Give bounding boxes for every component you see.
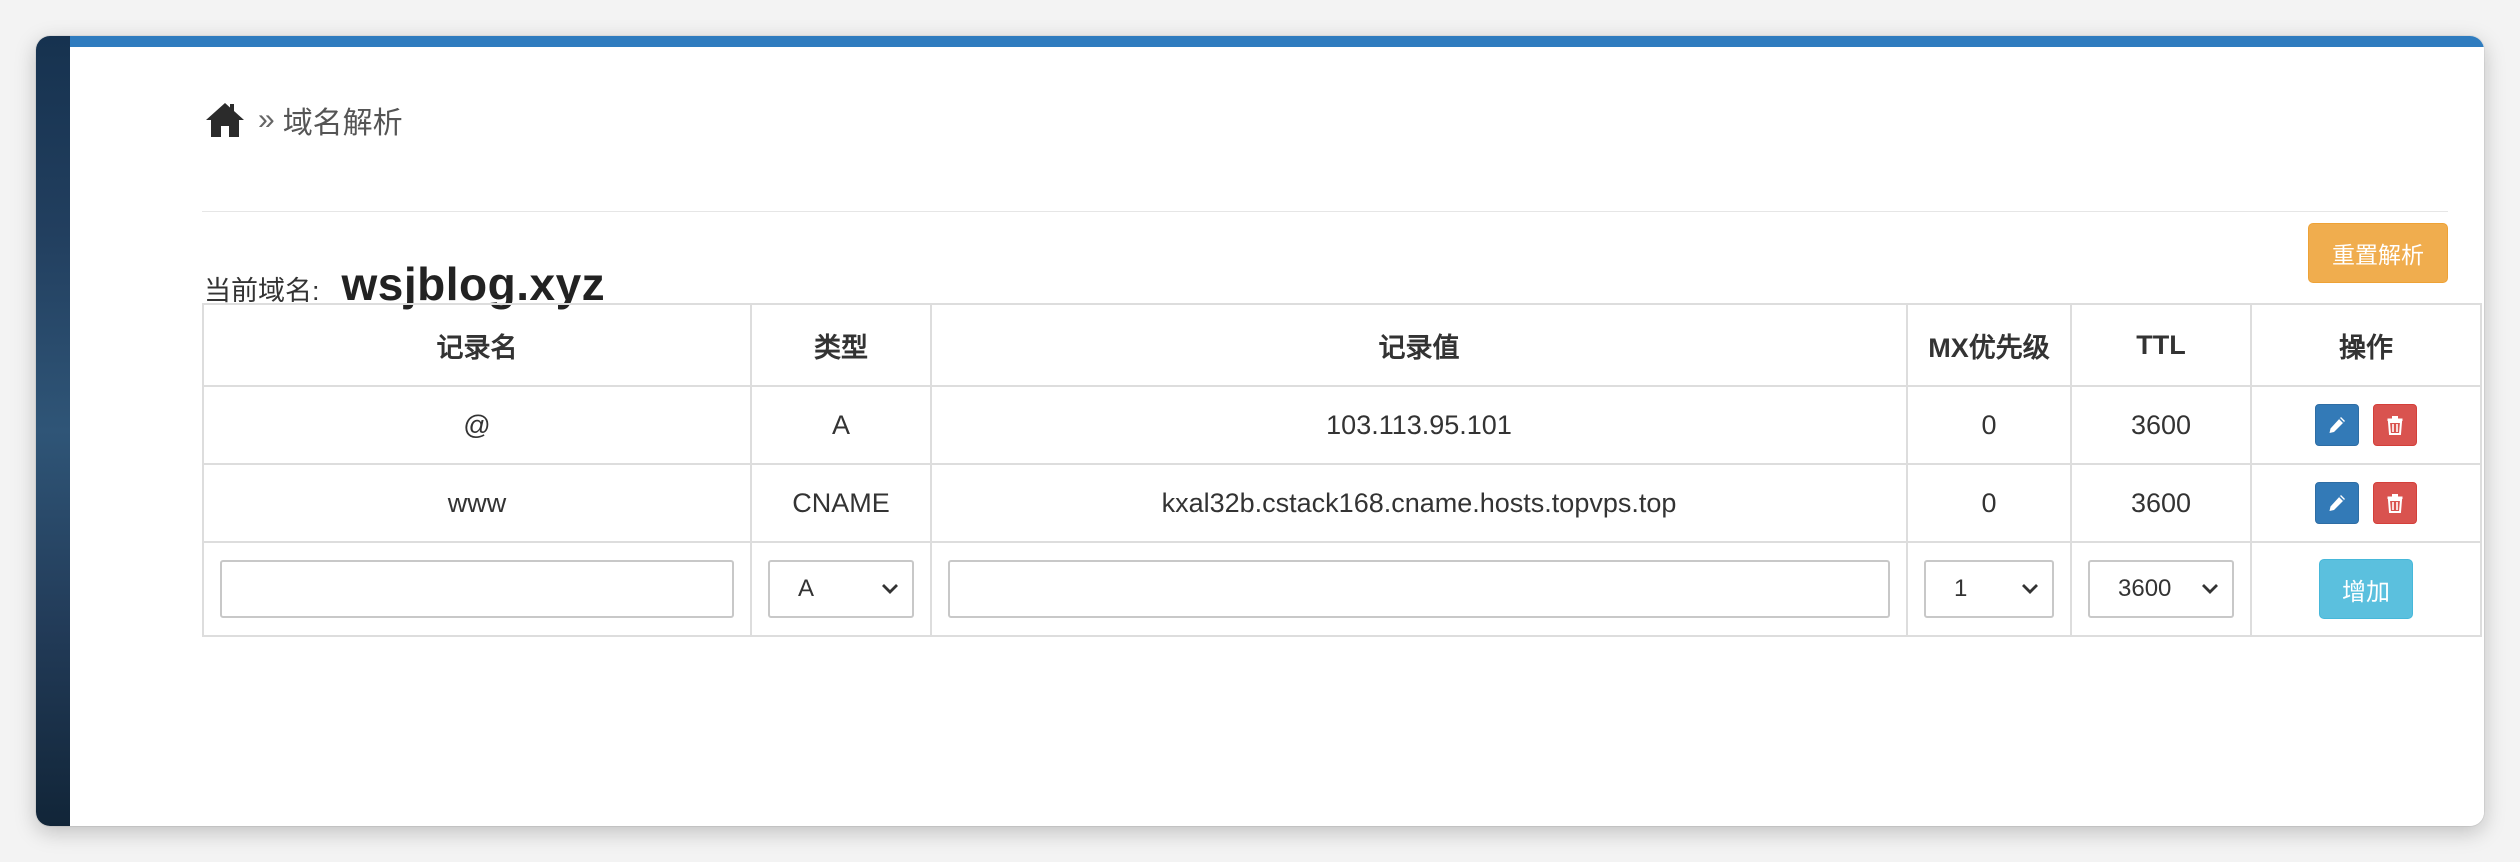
header-type: 类型 — [750, 303, 932, 387]
header-ttl: TTL — [2070, 303, 2252, 387]
breadcrumb: » 域名解析 — [204, 95, 403, 145]
cell-type: CNAME — [750, 463, 932, 543]
table-row: www CNAME kxal32b.cstack168.cname.hosts.… — [202, 463, 2482, 543]
cell-ttl: 3600 — [2070, 463, 2252, 543]
cell-new-action: 增加 — [2250, 541, 2482, 637]
edit-record-button[interactable] — [2315, 482, 2360, 524]
breadcrumb-separator: » — [258, 103, 275, 136]
add-record-row: A 1 3600 增加 — [202, 541, 2482, 637]
cell-actions — [2250, 463, 2482, 543]
cell-mx-priority: 0 — [1906, 463, 2072, 543]
new-record-value-input[interactable] — [948, 560, 1890, 618]
header-divider — [202, 211, 2448, 212]
pencil-icon — [2329, 417, 2346, 433]
cell-record-name: www — [202, 463, 752, 543]
table-header-row: 记录名 类型 记录值 MX优先级 TTL 操作 — [202, 303, 2482, 387]
home-icon[interactable] — [204, 100, 246, 140]
header-actions: 操作 — [2250, 303, 2482, 387]
chevron-down-icon — [2202, 584, 2218, 594]
new-record-name-input[interactable] — [220, 560, 734, 618]
delete-record-button[interactable] — [2372, 404, 2417, 446]
new-record-type-select[interactable]: A — [768, 560, 914, 618]
ttl-select-value: 3600 — [2118, 575, 2172, 602]
edit-record-button[interactable] — [2315, 404, 2360, 446]
cell-type: A — [750, 385, 932, 465]
header-record-name: 记录名 — [202, 303, 752, 387]
cell-new-ttl: 3600 — [2070, 541, 2252, 637]
browser-window: » 域名解析 当前域名: wsjblog.xyz 重置解析 记录名 类型 记录值… — [36, 36, 2484, 826]
dns-records-table: 记录名 类型 记录值 MX优先级 TTL 操作 @ A 103.113.95.1… — [202, 303, 2482, 637]
cell-ttl: 3600 — [2070, 385, 2252, 465]
cell-actions — [2250, 385, 2482, 465]
breadcrumb-current: 域名解析 — [282, 107, 403, 140]
chevron-down-icon — [2022, 584, 2038, 594]
header-record-value: 记录值 — [930, 303, 1908, 387]
top-accent-bar — [70, 36, 2484, 47]
table-row: @ A 103.113.95.101 0 3600 — [202, 385, 2482, 465]
cell-new-mx: 1 — [1906, 541, 2072, 637]
add-record-button[interactable]: 增加 — [2319, 559, 2413, 619]
mx-select-value: 1 — [1954, 575, 1968, 602]
page-content: » 域名解析 当前域名: wsjblog.xyz 重置解析 记录名 类型 记录值… — [70, 47, 2484, 826]
chevron-down-icon — [882, 584, 898, 594]
trash-icon — [2387, 494, 2403, 513]
new-record-mx-select[interactable]: 1 — [1924, 560, 2054, 618]
pencil-icon — [2329, 495, 2346, 511]
reset-records-button[interactable]: 重置解析 — [2308, 223, 2448, 283]
type-select-value: A — [798, 575, 815, 602]
cell-record-value: kxal32b.cstack168.cname.hosts.topvps.top — [930, 463, 1908, 543]
cell-record-value: 103.113.95.101 — [930, 385, 1908, 465]
trash-icon — [2387, 416, 2403, 435]
new-record-ttl-select[interactable]: 3600 — [2088, 560, 2234, 618]
cell-new-type: A — [750, 541, 932, 637]
cell-new-value — [930, 541, 1908, 637]
cell-record-name: @ — [202, 385, 752, 465]
cell-new-name — [202, 541, 752, 637]
delete-record-button[interactable] — [2372, 482, 2417, 524]
cell-mx-priority: 0 — [1906, 385, 2072, 465]
header-mx-priority: MX优先级 — [1906, 303, 2072, 387]
background-strip — [36, 36, 70, 826]
